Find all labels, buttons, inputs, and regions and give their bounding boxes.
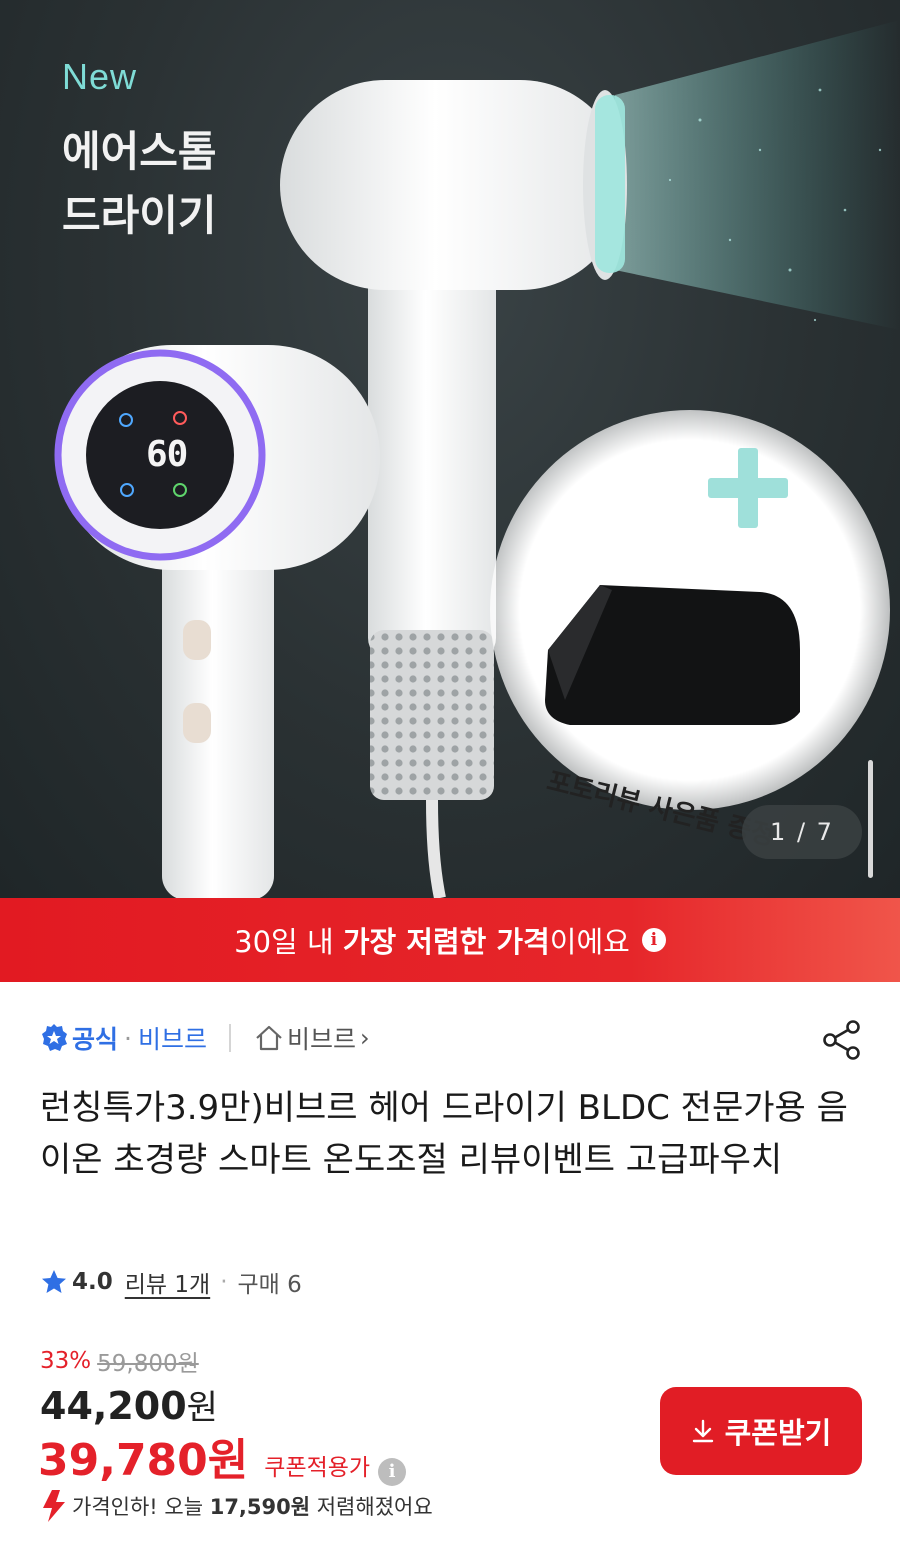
banner-suffix: 이에요 — [549, 925, 630, 959]
discount-percent: 33% — [40, 1348, 92, 1374]
hero-title-line: 에어스톰 — [62, 127, 217, 176]
sale-price: 44,200원 — [40, 1380, 218, 1429]
store-link[interactable]: 비브르 › — [253, 1020, 370, 1056]
download-icon — [692, 1419, 713, 1443]
coupon-price-unit: 원 — [207, 1435, 249, 1486]
rating-row: 4.0 리뷰 1개 · 구매 6 — [40, 1262, 302, 1302]
banner-prefix: 30일 내 — [234, 925, 343, 959]
chevron-right-icon: › — [360, 1024, 370, 1052]
home-icon — [256, 1025, 282, 1051]
temperature-display: 60 — [146, 434, 188, 475]
star-icon — [42, 1270, 66, 1293]
seller-row: 공식 · 비브르 비브르 › — [40, 1016, 370, 1060]
price-drop-prefix: 가격인하! 오늘 — [72, 1495, 210, 1519]
get-coupon-button[interactable]: 쿠폰받기 — [660, 1387, 862, 1475]
coupon-price-value: 39,780 — [38, 1435, 208, 1486]
coupon-price-label: 쿠폰적용가 — [264, 1455, 371, 1481]
review-count-link[interactable]: 리뷰 1개 — [125, 1265, 210, 1299]
divider — [228, 1024, 231, 1052]
price-drop-amount: 17,590원 — [209, 1495, 311, 1519]
product-image-carousel[interactable]: New 에어스톰 드라이기 60 포토리뷰 사은품 증정 1 / 7 — [0, 0, 900, 898]
original-price: 59,800원 — [97, 1351, 199, 1377]
brand-name[interactable]: 비브르 — [138, 1020, 207, 1056]
lowest-price-banner[interactable]: 30일 내 가장 저렴한 가격 이에요 i — [0, 898, 900, 982]
price-drop-suffix: 저렴해졌어요 — [310, 1495, 433, 1519]
sale-price-unit: 원 — [186, 1388, 218, 1428]
separator-dot: · — [124, 1023, 132, 1053]
price-drop-notice: 가격인하! 오늘 17,590원 저렴해졌어요 — [38, 1488, 433, 1524]
info-icon[interactable]: i — [641, 928, 666, 952]
get-coupon-label: 쿠폰받기 — [724, 1416, 832, 1450]
new-label: New — [62, 56, 138, 97]
price-drop-arrow-icon — [43, 1490, 65, 1522]
info-icon[interactable]: i — [378, 1457, 407, 1486]
banner-highlight: 가장 저렴한 가격 — [342, 925, 550, 959]
coupon-price-row: 39,780 원 쿠폰적용가 i — [38, 1424, 407, 1488]
product-title: 런칭특가3.9만)비브르 헤어 드라이기 BLDC 전문가용 음이온 초경량 스… — [40, 1088, 848, 1180]
rating-value: 4.0 — [72, 1269, 113, 1295]
scroll-indicator — [868, 760, 873, 878]
separator-dot: · — [220, 1269, 228, 1295]
official-label: 공식 — [72, 1025, 119, 1054]
hero-title-line: 드라이기 — [62, 191, 217, 240]
store-name: 비브르 — [286, 1025, 356, 1054]
purchase-count: 구매 6 — [237, 1272, 302, 1298]
sale-price-value: 44,200 — [40, 1384, 187, 1428]
discount-row: 33% 59,800원 — [40, 1344, 199, 1378]
hero-title: 에어스톰 드라이기 — [62, 120, 217, 248]
official-badge-icon — [42, 1024, 67, 1051]
share-icon[interactable] — [820, 1018, 864, 1062]
image-counter: 1 / 7 — [742, 805, 862, 859]
